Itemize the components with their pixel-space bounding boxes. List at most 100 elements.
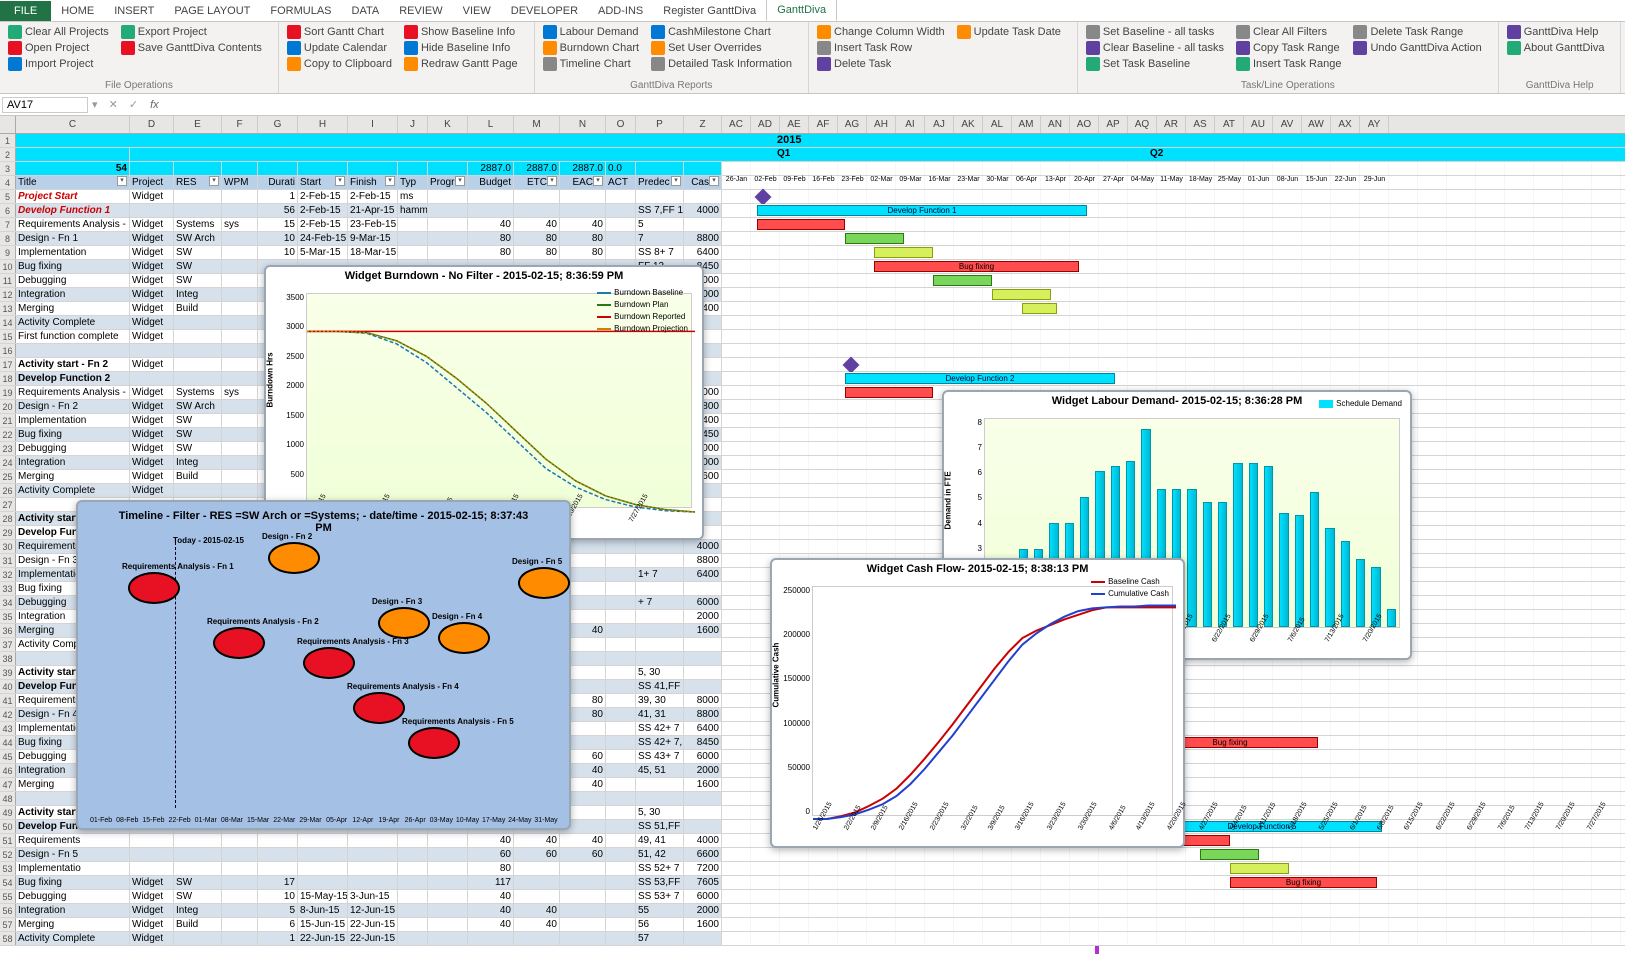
cell[interactable] [174, 316, 222, 329]
cell[interactable] [222, 442, 258, 455]
cell[interactable]: Project Start [16, 190, 130, 203]
cashflow-chart[interactable]: Widget Cash Flow- 2015-02-15; 8:38:13 PM… [770, 558, 1185, 848]
cell[interactable]: SW [174, 274, 222, 287]
bar[interactable] [1295, 515, 1304, 627]
cell[interactable] [222, 862, 258, 875]
row-number[interactable]: 46 [0, 764, 16, 777]
cell[interactable] [130, 834, 174, 847]
cell[interactable] [428, 834, 468, 847]
row-number[interactable]: 36 [0, 624, 16, 637]
formula-input[interactable] [167, 97, 1623, 112]
cell[interactable] [560, 932, 606, 945]
cell[interactable]: 49, 41 [636, 834, 684, 847]
cell[interactable] [606, 890, 636, 903]
cell[interactable]: 40 [514, 918, 560, 931]
cell[interactable] [174, 848, 222, 861]
cell[interactable] [398, 232, 428, 245]
row-number[interactable]: 56 [0, 904, 16, 917]
cell[interactable] [428, 232, 468, 245]
cell[interactable] [222, 274, 258, 287]
cell[interactable] [606, 792, 636, 805]
cell[interactable]: 1600 [684, 918, 722, 931]
cell[interactable] [398, 834, 428, 847]
row-number[interactable]: 2 [0, 148, 16, 161]
cell[interactable]: 6400 [684, 568, 722, 581]
filter-dropdown-icon[interactable]: ▾ [547, 176, 557, 186]
cell[interactable]: Build [174, 470, 222, 483]
col-header[interactable]: O [606, 116, 636, 133]
cell[interactable]: 8450 [684, 736, 722, 749]
col-header[interactable]: AM [1012, 116, 1041, 133]
cell[interactable] [514, 890, 560, 903]
cell[interactable]: Debugging [16, 442, 130, 455]
row-number[interactable]: 58 [0, 932, 16, 945]
cell[interactable]: 10 [258, 890, 298, 903]
cell[interactable]: 80 [468, 232, 514, 245]
cell[interactable]: SS 41,FF 47 [636, 680, 684, 693]
cell[interactable]: 117 [468, 876, 514, 889]
cell[interactable] [130, 862, 174, 875]
cell[interactable]: 8800 [684, 232, 722, 245]
cell[interactable] [514, 876, 560, 889]
row-number[interactable]: 25 [0, 470, 16, 483]
ribbon-clear-all-filters[interactable]: Clear All Filters [1234, 24, 1343, 40]
ribbon-about-ganttdiva[interactable]: About GanttDiva [1505, 40, 1607, 56]
gantt-bar[interactable] [845, 387, 933, 398]
cell[interactable]: 6400 [684, 722, 722, 735]
cell[interactable]: SW [174, 414, 222, 427]
cell[interactable] [636, 190, 684, 203]
col-header[interactable]: AD [751, 116, 780, 133]
cell[interactable]: SW [174, 260, 222, 273]
cell[interactable] [428, 904, 468, 917]
gantt-bar[interactable] [992, 289, 1051, 300]
cell[interactable]: 9-Mar-15 [348, 232, 398, 245]
row-number[interactable]: 30 [0, 540, 16, 553]
row-number[interactable]: 26 [0, 484, 16, 497]
cell[interactable]: 8800 [684, 554, 722, 567]
cell[interactable] [684, 792, 722, 805]
row-number[interactable]: 39 [0, 666, 16, 679]
cell[interactable]: 6 [258, 918, 298, 931]
filter-dropdown-icon[interactable]: ▾ [209, 176, 219, 186]
cell[interactable]: Implementatio [16, 862, 130, 875]
cell[interactable] [606, 232, 636, 245]
cell[interactable] [514, 204, 560, 217]
col-header[interactable]: AQ [1128, 116, 1157, 133]
dropdown-icon[interactable]: ▾ [92, 99, 98, 111]
ribbon-undo-ganttdiva-action[interactable]: Undo GanttDiva Action [1351, 40, 1483, 56]
ribbon-cashmilestone-chart[interactable]: CashMilestone Chart [649, 24, 794, 40]
cell[interactable]: 57 [636, 932, 684, 945]
cell[interactable] [348, 848, 398, 861]
cell[interactable]: Design - Fn 1 [16, 232, 130, 245]
bar[interactable] [1218, 502, 1227, 627]
cell[interactable]: Bug fixing [16, 428, 130, 441]
cell[interactable] [606, 764, 636, 777]
cell[interactable]: Build [174, 302, 222, 315]
cell[interactable]: Integration [16, 904, 130, 917]
cell[interactable] [514, 862, 560, 875]
cell[interactable] [222, 232, 258, 245]
filter-dropdown-icon[interactable]: ▾ [117, 176, 127, 186]
cell[interactable]: Activity Complete [16, 316, 130, 329]
row-number[interactable]: 48 [0, 792, 16, 805]
cell[interactable] [222, 302, 258, 315]
cell[interactable] [222, 848, 258, 861]
col-header[interactable]: G [258, 116, 298, 133]
cell[interactable]: Merging [16, 302, 130, 315]
row-number[interactable]: 35 [0, 610, 16, 623]
row-number[interactable]: 49 [0, 806, 16, 819]
bar[interactable] [1264, 466, 1273, 627]
cell[interactable] [606, 190, 636, 203]
row-number[interactable]: 7 [0, 218, 16, 231]
cell[interactable] [174, 190, 222, 203]
cell[interactable]: sys [222, 218, 258, 231]
cell[interactable]: 5, 30 [636, 666, 684, 679]
cell[interactable]: 40 [514, 218, 560, 231]
bar[interactable] [1233, 463, 1242, 627]
cell[interactable]: 39, 30 [636, 694, 684, 707]
cell[interactable]: Widget [130, 330, 174, 343]
cell[interactable]: SS 8+ 7 [636, 246, 684, 259]
ribbon-export-project[interactable]: Export Project [119, 24, 264, 40]
cell[interactable] [636, 540, 684, 553]
cell[interactable] [428, 204, 468, 217]
